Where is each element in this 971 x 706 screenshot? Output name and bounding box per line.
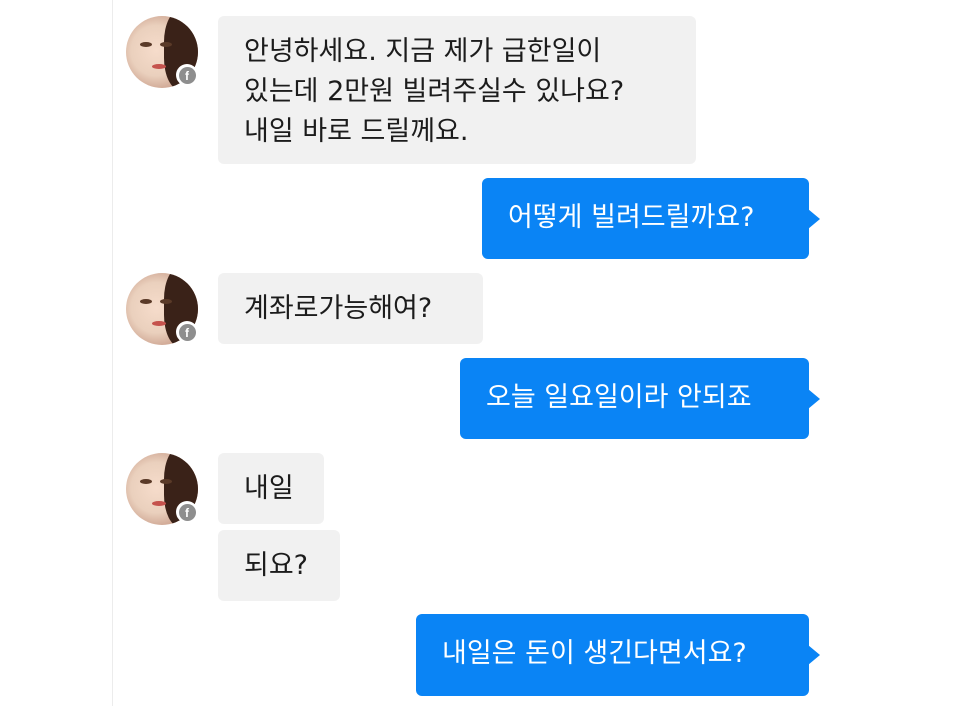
message-text: 어떻게 빌려드릴까요?	[508, 202, 755, 233]
message-text: 계좌로가능해여?	[244, 293, 433, 324]
chat-conversation: f 안녕하세요. 지금 제가 급한일이 있는데 2만원 빌려주실수 있나요? 내…	[0, 0, 971, 706]
message-text-line: 안녕하세요. 지금 제가 급한일이	[244, 36, 602, 67]
message-text: 되요?	[244, 550, 309, 581]
sender-avatar[interactable]: f	[126, 453, 198, 525]
facebook-badge-letter: f	[178, 323, 196, 341]
message-text: 오늘 일요일이라 안되죠	[486, 382, 752, 413]
facebook-badge-letter: f	[178, 66, 196, 84]
facebook-badge-icon: f	[176, 501, 198, 523]
facebook-badge-icon: f	[176, 321, 198, 343]
facebook-badge-letter: f	[178, 503, 196, 521]
message-text-line: 있는데 2만원 빌려주실수 있나요?	[244, 76, 625, 107]
message-bubble-incoming[interactable]: 내일	[218, 453, 324, 524]
panel-divider	[112, 0, 113, 706]
message-bubble-incoming[interactable]: 안녕하세요. 지금 제가 급한일이 있는데 2만원 빌려주실수 있나요? 내일 …	[218, 16, 696, 164]
message-bubble-outgoing[interactable]: 오늘 일요일이라 안되죠	[460, 358, 820, 439]
message-bubble-outgoing[interactable]: 어떻게 빌려드릴까요?	[482, 178, 820, 259]
message-bubble-outgoing[interactable]: 내일은 돈이 생긴다면서요?	[416, 614, 820, 696]
message-text: 내일	[244, 473, 294, 504]
message-text-line: 내일 바로 드릴께요.	[244, 116, 469, 147]
facebook-badge-icon: f	[176, 64, 198, 86]
sender-avatar[interactable]: f	[126, 273, 198, 345]
message-bubble-incoming[interactable]: 되요?	[218, 530, 340, 601]
message-bubble-incoming[interactable]: 계좌로가능해여?	[218, 273, 483, 344]
sender-avatar[interactable]: f	[126, 16, 198, 88]
message-text: 내일은 돈이 생긴다면서요?	[442, 638, 747, 669]
